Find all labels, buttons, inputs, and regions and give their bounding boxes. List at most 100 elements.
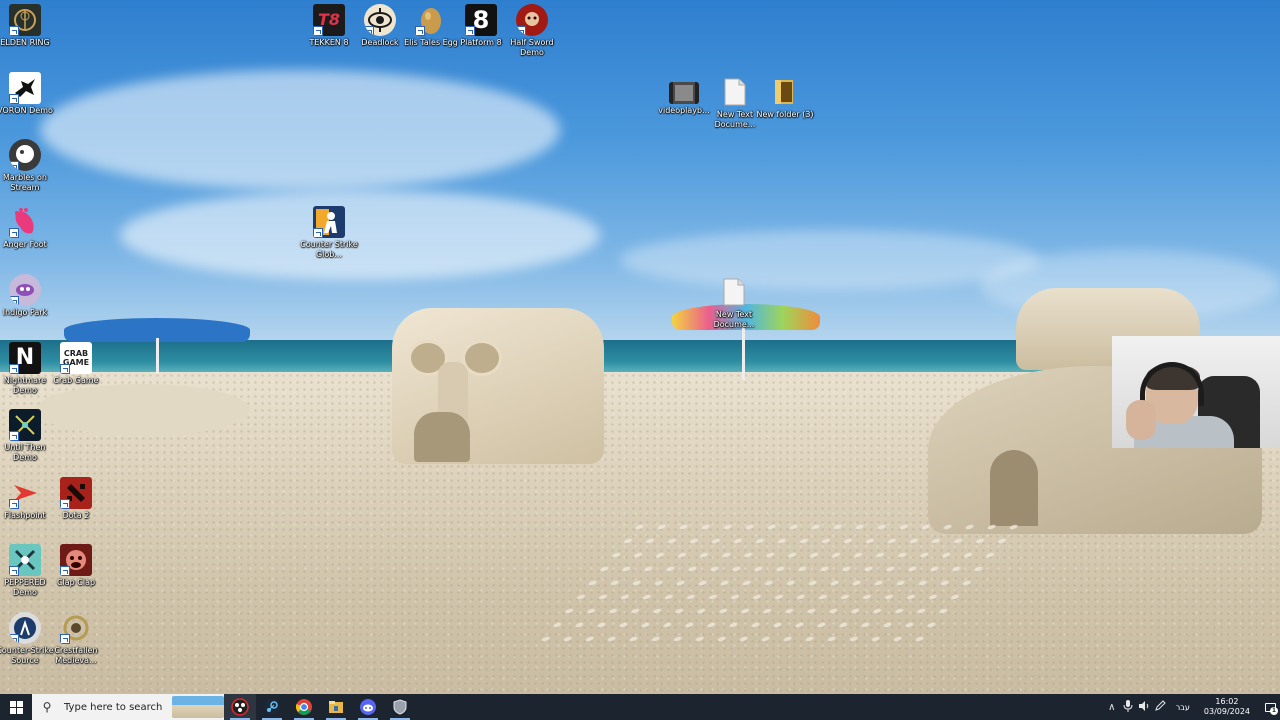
umbrella-pole [742,326,745,380]
clock-date: 03/09/2024 [1203,707,1250,716]
discord-icon [360,699,376,715]
microphone-icon[interactable] [1120,699,1136,715]
desktop-icon-label: Anger Foot [3,240,47,249]
shortcut-arrow-icon [364,26,374,36]
desktop-icon-indigo-park[interactable]: Indigo Park [0,270,55,318]
crab-game-icon: CRAB GAME [60,342,92,374]
desktop-icon-label: ELDEN RING [0,38,50,47]
notification-count-badge: 1 [1270,707,1278,715]
desktop-icon-crab-game[interactable]: CRAB GAME Crab Game [46,338,106,386]
text-document-icon [718,276,750,308]
desktop-icon-elden-ring[interactable]: ELDEN RING [0,0,55,48]
shortcut-arrow-icon [415,26,425,36]
taskbar-steam[interactable] [256,694,288,720]
volume-icon[interactable] [1136,700,1152,715]
taskbar-obs-studio[interactable] [224,694,256,720]
desktop-icon-voron-demo[interactable]: VORON Demo [0,68,55,116]
shortcut-arrow-icon [9,431,19,441]
pen-input-icon[interactable] [1152,699,1168,715]
peppered-icon [9,544,41,576]
system-tray: ∧ עבר 16:02 03/09/2024 1 [1104,694,1280,720]
shortcut-arrow-icon [465,26,475,36]
shortcut-arrow-icon [9,566,19,576]
desktop-icon-new-folder-3[interactable]: New folder (3) [755,72,815,120]
taskbar-clock[interactable]: 16:02 03/09/2024 [1204,697,1250,717]
letter-n-icon: N [9,342,41,374]
shortcut-arrow-icon [9,26,19,36]
platform8-icon: 8 [465,4,497,36]
tekken8-icon: T8 [313,4,345,36]
steam-icon [264,699,280,715]
shortcut-arrow-icon [9,94,19,104]
shortcut-arrow-icon [9,364,19,374]
desktop-icon-counter-strike-global[interactable]: Counter Strike Glob... [299,202,359,260]
dota2-icon [60,477,92,509]
shortcut-arrow-icon [9,161,19,171]
desktop-icon-dota-2[interactable]: Dota 2 [46,473,106,521]
shortcut-arrow-icon [313,26,323,36]
video-file-icon [669,82,699,104]
show-hidden-icons-chevron-icon[interactable]: ∧ [1104,702,1120,713]
shortcut-arrow-icon [516,26,526,36]
desktop-icon-label: Marbles on Stream [3,173,47,192]
taskbar-chrome[interactable] [288,694,320,720]
taskbar-shield-app[interactable] [384,694,416,720]
taskbar-file-explorer[interactable] [320,694,352,720]
shortcut-arrow-icon [60,364,70,374]
deadlock-eye-icon [364,4,396,36]
crestfallen-crest-icon [60,612,92,644]
desktop-icon-clap-clap[interactable]: Clap Clap [46,540,106,588]
counter-strike-global-icon [313,206,345,238]
elden-ring-game-icon [9,4,41,36]
desktop-icon-label: Until Then Demo [4,443,46,462]
windows-start-icon [9,700,23,714]
taskbar-search-box[interactable]: ⚲ Type here to search [32,694,224,720]
webcam-person-hand [1126,400,1156,440]
text-document-icon [719,76,751,108]
wallpaper-cloud [120,190,600,280]
desktop-icon-label: VORON Demo [0,106,53,115]
indigo-park-icon [9,274,41,306]
desktop-icon-label: Dota 2 [62,511,90,520]
sculpture-mouth [414,412,470,462]
desktop-icon-label: New Text Docume... [713,310,755,329]
shortcut-arrow-icon [9,634,19,644]
webcam-overlay [1112,336,1280,448]
foot-icon [9,206,41,238]
shortcut-arrow-icon [9,499,19,509]
shortcut-arrow-icon [9,228,19,238]
action-center-button[interactable]: 1 [1260,694,1280,720]
desktop-icon-label: New folder (3) [756,110,814,119]
until-then-icon [9,409,41,441]
folder-icon [769,76,801,108]
desktop-wallpaper [0,0,1280,694]
start-button[interactable] [0,694,32,720]
input-language-indicator[interactable]: עבר [1176,703,1190,712]
desktop-icon-half-sword-demo[interactable]: Half Sword Demo [502,0,562,58]
egg-icon [415,4,447,36]
shortcut-arrow-icon [60,499,70,509]
clock-time: 16:02 [1215,697,1239,706]
search-placeholder: Type here to search [64,701,163,713]
pineapple-door [990,450,1038,526]
desktop-icon-label: Half Sword Demo [510,38,554,57]
desktop-icon-label: Indigo Park [2,308,48,317]
desktop-icon-new-text-document-2[interactable]: New Text Docume... [704,272,764,330]
obs-studio-icon [231,698,249,716]
desktop-icon-label: Crestfallen Medieva... [54,646,98,665]
taskbar-discord[interactable] [352,694,384,720]
desktop-icon-label: Crab Game [53,376,99,385]
sculpture-eye [462,340,502,376]
shortcut-arrow-icon [313,228,323,238]
shortcut-arrow-icon [9,296,19,306]
desktop-icon-marbles-on-stream[interactable]: Marbles on Stream [0,135,55,193]
search-icon: ⚲ [42,700,52,714]
desktop-icon-anger-foot[interactable]: Anger Foot [0,202,55,250]
taskbar: ⚲ Type here to search ∧ עבר 16:02 03/09/… [0,694,1280,720]
shortcut-arrow-icon [60,634,70,644]
desktop-icon-label: Counter Strike Glob... [300,240,358,259]
search-highlight-image [172,696,224,718]
desktop-icon-crestfallen[interactable]: Crestfallen Medieva... [46,608,106,666]
desktop-icon-until-then-demo[interactable]: Until Then Demo [0,405,55,463]
chrome-icon [296,699,312,715]
